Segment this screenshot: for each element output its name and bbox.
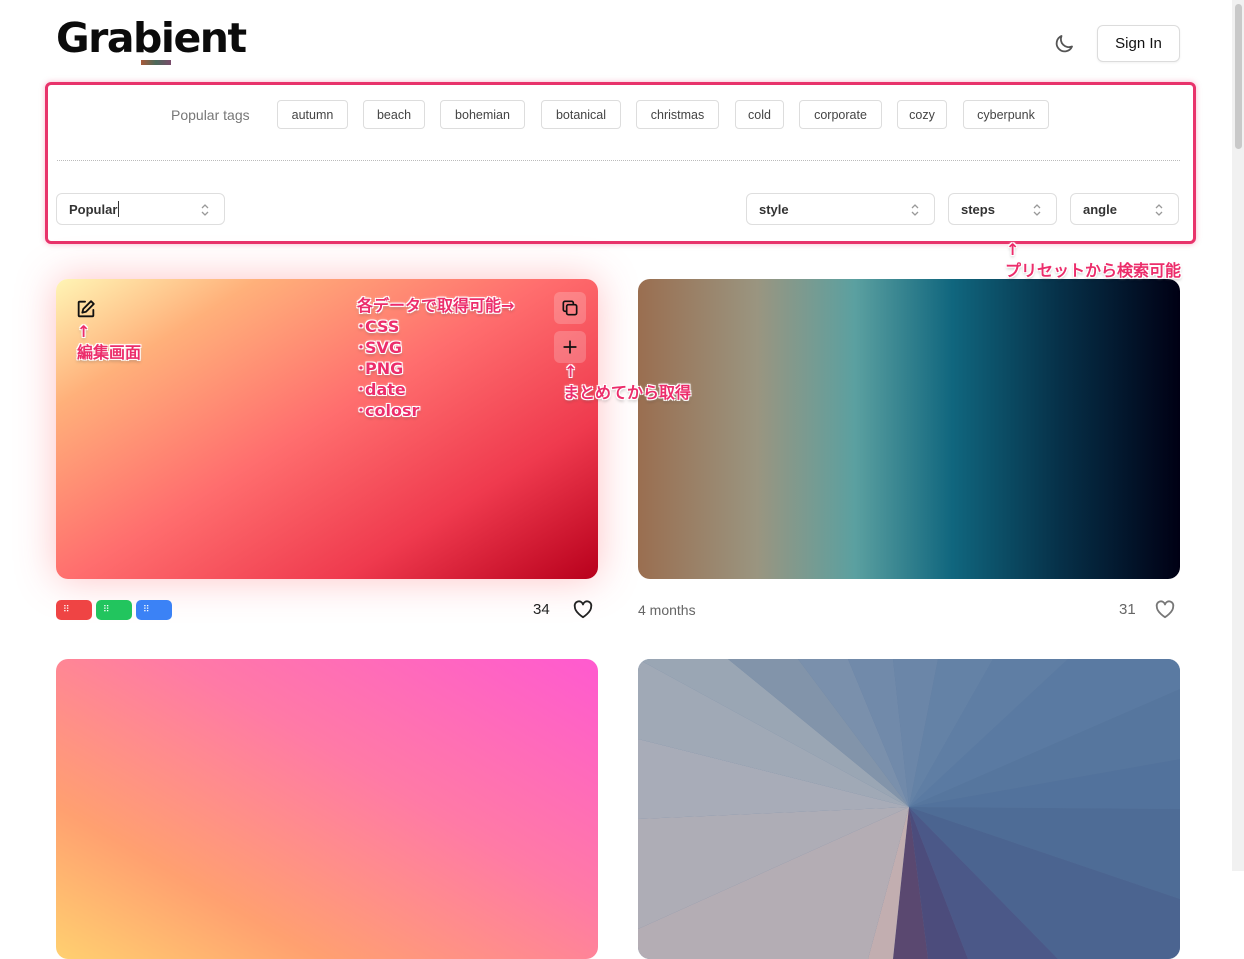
annotation-editor: ↑ 編集画面 [77, 322, 142, 362]
steps-select[interactable]: steps [948, 193, 1057, 225]
tag-cyberpunk[interactable]: cyberpunk [963, 100, 1049, 129]
heart-icon[interactable] [1154, 599, 1176, 619]
add-button[interactable] [554, 331, 586, 363]
angle-select[interactable]: angle [1070, 193, 1179, 225]
heart-icon[interactable] [572, 599, 594, 619]
tag-bohemian[interactable]: bohemian [440, 100, 525, 129]
chevron-updown-icon [201, 204, 209, 216]
logo[interactable]: Grabient [56, 14, 247, 62]
sign-in-button[interactable]: Sign In [1097, 25, 1180, 62]
conic-gradient-art [638, 659, 1180, 959]
tag-botanical[interactable]: botanical [541, 100, 621, 129]
annotation-collect: ↑ まとめてから取得 [563, 362, 692, 402]
copy-icon [562, 300, 578, 316]
tag-cold[interactable]: cold [735, 100, 784, 129]
color-chip-blue[interactable]: ⠿ [136, 600, 172, 620]
color-chip-green[interactable]: ⠿ [96, 600, 132, 620]
annotation-editor-text: 編集画面 [77, 343, 142, 362]
text-caret [118, 201, 120, 217]
angle-select-value: angle [1083, 201, 1117, 217]
sort-select[interactable]: Popular [56, 193, 225, 225]
edit-icon[interactable] [75, 298, 97, 320]
style-select-value: style [759, 201, 789, 217]
annotation-export-text: 各データで取得可能→ ･CSS ･SVG ･PNG ･date ･colosr [357, 296, 515, 420]
gradient-card[interactable] [56, 659, 598, 959]
chevron-updown-icon [911, 204, 919, 216]
moon-icon[interactable] [1052, 32, 1076, 56]
chevron-updown-icon [1033, 204, 1041, 216]
style-select[interactable]: style [746, 193, 935, 225]
logo-underline [141, 60, 171, 65]
gradient-card[interactable] [638, 279, 1180, 579]
tag-corporate[interactable]: corporate [799, 100, 882, 129]
card-age: 4 months [638, 602, 696, 618]
plus-icon [563, 340, 577, 354]
annotation-presets: ↑ プリセットから検索可能 [1005, 240, 1182, 280]
like-count: 31 [1119, 601, 1136, 618]
scrollbar-thumb[interactable] [1235, 4, 1242, 149]
copy-button[interactable] [554, 292, 586, 324]
tag-beach[interactable]: beach [363, 100, 425, 129]
divider [57, 160, 1180, 161]
scrollbar-track[interactable] [1232, 0, 1244, 871]
chevron-updown-icon [1155, 204, 1163, 216]
tag-christmas[interactable]: christmas [636, 100, 719, 129]
annotation-presets-text: プリセットから検索可能 [1005, 261, 1182, 280]
annotation-export: 各データで取得可能→ ･CSS ･SVG ･PNG ･date ･colosr [357, 295, 514, 421]
steps-select-value: steps [961, 201, 995, 217]
like-count: 34 [533, 601, 550, 618]
gradient-card[interactable] [638, 659, 1180, 959]
tag-cozy[interactable]: cozy [897, 100, 947, 129]
annotation-collect-text: まとめてから取得 [563, 383, 692, 402]
color-chip-red[interactable]: ⠿ [56, 600, 92, 620]
tag-autumn[interactable]: autumn [277, 100, 348, 129]
popular-tags-label: Popular tags [171, 107, 250, 123]
sort-select-value: Popular [69, 201, 118, 217]
